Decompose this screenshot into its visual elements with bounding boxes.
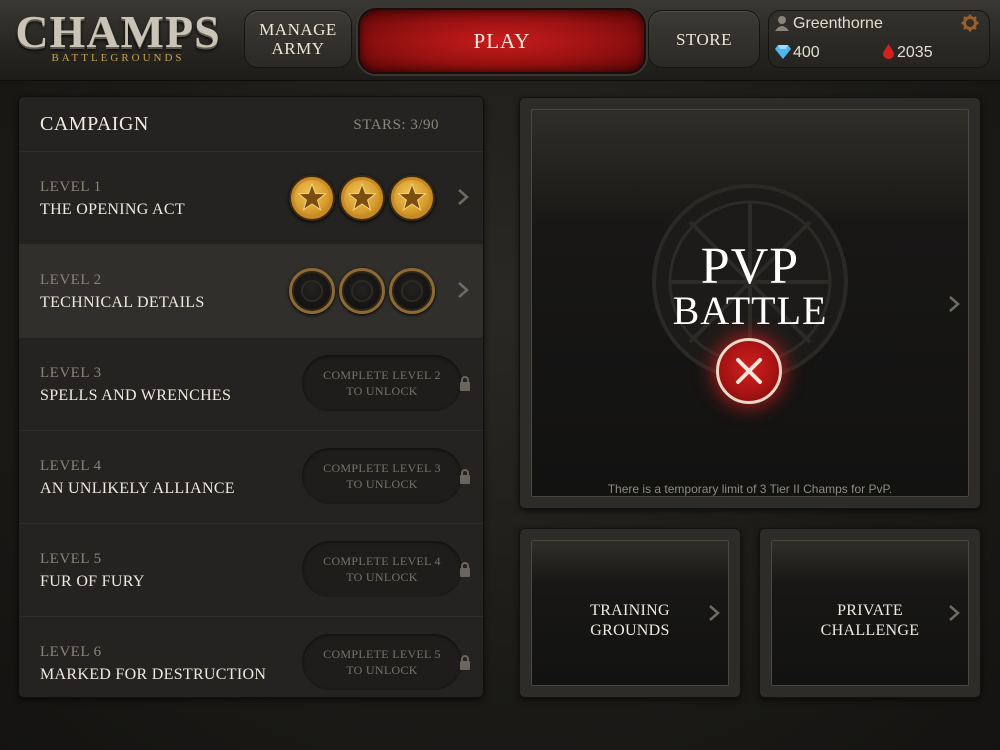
player-name: Greenthorne — [793, 15, 883, 32]
private-challenge-text: PRIVATE CHALLENGE — [820, 602, 920, 639]
unlock-requirement: COMPLETE LEVEL 5 TO UNLOCK — [302, 634, 462, 690]
unlock-requirement: COMPLETE LEVEL 3 TO UNLOCK — [302, 448, 462, 504]
play-label: PLAY — [473, 28, 531, 53]
gem-icon — [775, 45, 791, 64]
level-row-6[interactable]: LEVEL 6 MARKED FOR DESTRUCTION COMPLETE … — [19, 617, 483, 697]
store-button[interactable]: STORE — [648, 10, 760, 68]
level-name: AN UNLIKELY ALLIANCE — [40, 480, 235, 497]
blood-count: 2035 — [897, 44, 933, 61]
pvp-battle-panel: PVP BATTLE There is a temporary limit of… — [531, 109, 969, 497]
level-stars — [289, 268, 439, 316]
chevron-right-icon — [949, 296, 960, 312]
logo-title: CHAMPS — [15, 6, 221, 57]
unlock-requirement-text: COMPLETE LEVEL 4 TO UNLOCK — [323, 554, 441, 584]
lock-icon — [460, 469, 470, 484]
pvp-title-line1: PVP — [700, 238, 800, 295]
level-number: LEVEL 4 — [40, 458, 102, 474]
training-grounds-panel: TRAINING GROUNDS — [531, 540, 729, 686]
chevron-right-icon — [709, 605, 720, 621]
level-number: LEVEL 2 — [40, 272, 102, 288]
level-name: SPELLS AND WRENCHES — [40, 387, 232, 404]
level-row-2[interactable]: LEVEL 2 TECHNICAL DETAILS — [19, 245, 483, 338]
store-label: STORE — [675, 29, 733, 49]
lock-icon — [460, 376, 470, 391]
unlock-requirement-text: COMPLETE LEVEL 5 TO UNLOCK — [323, 647, 441, 677]
unlock-requirement-text: COMPLETE LEVEL 2 TO UNLOCK — [323, 368, 441, 398]
level-number: LEVEL 3 — [40, 365, 102, 381]
lock-icon — [460, 655, 470, 670]
unlock-requirement-text: COMPLETE LEVEL 3 TO UNLOCK — [323, 461, 441, 491]
campaign-panel: CAMPAIGN STARS: 3/90 LEVEL 1 THE OPENING… — [18, 96, 484, 698]
empty-star-medal-icon — [289, 268, 335, 314]
level-name: FUR OF FURY — [40, 573, 145, 590]
level-name: TECHNICAL DETAILS — [40, 294, 205, 311]
player-info-box[interactable]: Greenthorne 400 2035 — [768, 10, 990, 68]
level-name: MARKED FOR DESTRUCTION — [40, 666, 267, 683]
pvp-battle-card[interactable]: PVP BATTLE There is a temporary limit of… — [519, 97, 981, 509]
training-grounds-label: TRAINING GROUNDS — [532, 601, 728, 641]
level-row-3[interactable]: LEVEL 3 SPELLS AND WRENCHES COMPLETE LEV… — [19, 338, 483, 431]
level-number: LEVEL 6 — [40, 644, 102, 660]
training-grounds-text: TRAINING GROUNDS — [590, 602, 670, 639]
level-row-4[interactable]: LEVEL 4 AN UNLIKELY ALLIANCE COMPLETE LE… — [19, 431, 483, 524]
chevron-right-icon — [458, 189, 469, 205]
level-row-1[interactable]: LEVEL 1 THE OPENING ACT — [19, 152, 483, 245]
gem-count: 400 — [793, 44, 820, 61]
pvp-limit-note: There is a temporary limit of 3 Tier II … — [607, 482, 893, 496]
play-button[interactable]: PLAY — [358, 8, 646, 74]
level-name: THE OPENING ACT — [40, 201, 185, 218]
gold-star-medal-icon — [389, 175, 435, 221]
logo-subtitle: BATTLEGROUNDS — [51, 52, 185, 64]
level-number: LEVEL 5 — [40, 551, 102, 567]
champs-logo: CHAMPS BATTLEGROUNDS — [12, 8, 224, 66]
level-row-5[interactable]: LEVEL 5 FUR OF FURY COMPLETE LEVEL 4 TO … — [19, 524, 483, 617]
level-number: LEVEL 1 — [40, 179, 102, 195]
private-challenge-label: PRIVATE CHALLENGE — [772, 601, 968, 641]
training-grounds-card[interactable]: TRAINING GROUNDS — [519, 528, 741, 698]
chevron-right-icon — [458, 282, 469, 298]
pvp-title-line2: BATTLE — [672, 288, 828, 333]
level-stars — [289, 175, 439, 223]
campaign-stars-count: STARS: 3/90 — [353, 117, 439, 133]
pvp-crossed-swords-button[interactable] — [716, 338, 782, 404]
lock-icon — [460, 562, 470, 577]
manage-army-button[interactable]: MANAGE ARMY — [244, 10, 352, 68]
top-bar: CHAMPS BATTLEGROUNDS MANAGE ARMY PLAY ST… — [0, 0, 1000, 81]
unlock-requirement: COMPLETE LEVEL 2 TO UNLOCK — [302, 355, 462, 411]
empty-star-medal-icon — [339, 268, 385, 314]
crossed-swords-icon — [736, 358, 762, 384]
campaign-title: CAMPAIGN — [40, 113, 149, 135]
gold-star-medal-icon — [339, 175, 385, 221]
gold-star-medal-icon — [289, 175, 335, 221]
empty-star-medal-icon — [389, 268, 435, 314]
manage-army-label: MANAGE ARMY — [259, 20, 337, 58]
private-challenge-panel: PRIVATE CHALLENGE — [771, 540, 969, 686]
blood-drop-icon — [883, 44, 894, 64]
player-silhouette-icon — [775, 15, 789, 36]
gear-icon[interactable] — [961, 14, 979, 37]
private-challenge-card[interactable]: PRIVATE CHALLENGE — [759, 528, 981, 698]
unlock-requirement: COMPLETE LEVEL 4 TO UNLOCK — [302, 541, 462, 597]
campaign-header: CAMPAIGN STARS: 3/90 — [19, 97, 483, 152]
chevron-right-icon — [949, 605, 960, 621]
